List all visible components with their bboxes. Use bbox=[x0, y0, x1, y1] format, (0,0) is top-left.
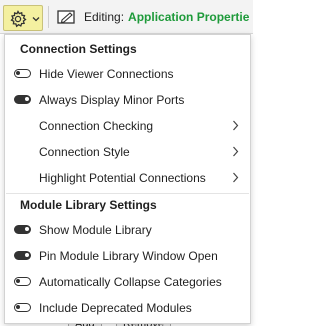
menu-item-label: Include Deprecated Modules bbox=[39, 301, 192, 315]
chevron-right-icon bbox=[233, 172, 239, 183]
gear-icon bbox=[10, 10, 27, 28]
chevron-right-icon bbox=[233, 146, 239, 157]
menu-divider bbox=[6, 193, 249, 194]
menu-item-pin-module-library-window-open[interactable]: Pin Module Library Window Open bbox=[6, 243, 249, 269]
toggle-on-icon[interactable] bbox=[14, 95, 31, 104]
menu-item-highlight-potential-connections[interactable]: Highlight Potential Connections bbox=[6, 165, 249, 191]
menu-item-label: Connection Checking bbox=[39, 119, 154, 133]
menu-item-label: Show Module Library bbox=[39, 223, 152, 237]
menu-item-connection-checking[interactable]: Connection Checking bbox=[6, 113, 249, 139]
menu-item-hide-viewer-connections[interactable]: Hide Viewer Connections bbox=[6, 61, 249, 87]
toggle-off-icon[interactable] bbox=[14, 277, 31, 286]
section-title-module-library-settings: Module Library Settings bbox=[20, 198, 157, 212]
chevron-right-icon bbox=[233, 120, 239, 131]
menu-item-label: Hide Viewer Connections bbox=[39, 67, 174, 81]
toggle-off-icon[interactable] bbox=[14, 69, 31, 78]
menu-item-automatically-collapse-categories[interactable]: Automatically Collapse Categories bbox=[6, 269, 249, 295]
menu-item-label: Highlight Potential Connections bbox=[39, 171, 206, 185]
menu-item-label: Always Display Minor Ports bbox=[39, 93, 185, 107]
editing-label: Editing: bbox=[84, 10, 125, 24]
toggle-on-icon[interactable] bbox=[14, 251, 31, 260]
menu-item-always-display-minor-ports[interactable]: Always Display Minor Ports bbox=[6, 87, 249, 113]
editing-indicator: Editing: Application Propertie bbox=[84, 10, 249, 24]
menu-item-label: Automatically Collapse Categories bbox=[39, 275, 222, 289]
editing-target: Application Propertie bbox=[128, 10, 250, 24]
menu-item-include-deprecated-modules[interactable]: Include Deprecated Modules bbox=[6, 295, 249, 321]
section-title-connection-settings: Connection Settings bbox=[20, 42, 137, 56]
menu-item-label: Pin Module Library Window Open bbox=[39, 249, 218, 263]
toolbar-separator bbox=[48, 6, 49, 28]
toolbar: Editing: Application Propertie bbox=[0, 0, 253, 34]
menu-item-connection-style[interactable]: Connection Style bbox=[6, 139, 249, 165]
edit-icon[interactable] bbox=[57, 9, 77, 25]
toggle-off-icon[interactable] bbox=[14, 303, 31, 312]
toggle-on-icon[interactable] bbox=[14, 225, 31, 234]
menu-item-show-module-library[interactable]: Show Module Library bbox=[6, 217, 249, 243]
menu-item-label: Connection Style bbox=[39, 145, 130, 159]
settings-dropdown-button[interactable] bbox=[3, 5, 43, 31]
chevron-down-icon bbox=[32, 17, 40, 22]
settings-menu: Connection Settings Hide Viewer Connecti… bbox=[4, 34, 251, 324]
